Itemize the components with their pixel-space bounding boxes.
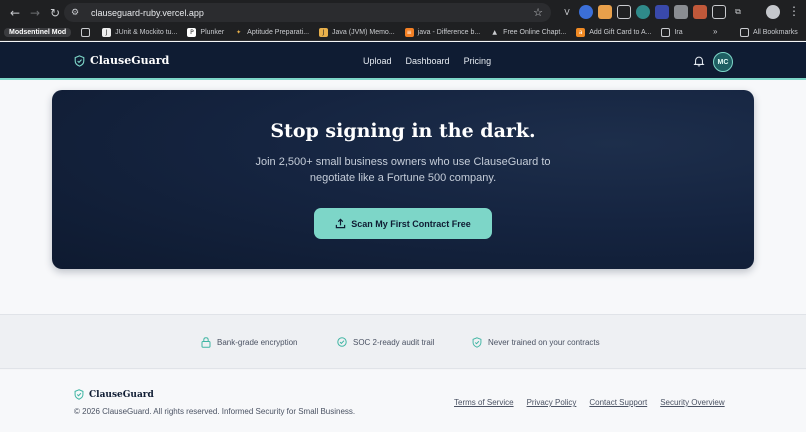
nav-pricing[interactable]: Pricing (464, 56, 492, 66)
main-nav: Upload Dashboard Pricing (363, 56, 491, 66)
main-content: Stop signing in the dark. Join 2,500+ sm… (0, 80, 806, 314)
extension-orange-icon[interactable] (598, 5, 612, 19)
bookmark-item[interactable]: Ira (661, 28, 683, 37)
nav-dashboard[interactable]: Dashboard (406, 56, 450, 66)
bookmark-item[interactable]: J JUnit & Mockito tu... (102, 28, 177, 37)
all-bookmarks[interactable]: All Bookmarks (740, 28, 798, 37)
scan-contract-button-label: Scan My First Contract Free (351, 218, 471, 229)
cta-title: Stop signing in the dark. (270, 120, 536, 142)
upload-icon (336, 218, 346, 229)
bookmark-item[interactable]: ✦ Aptitude Preparati... (234, 28, 309, 37)
scan-contract-button[interactable]: Scan My First Contract Free (314, 208, 492, 239)
bookmark-item[interactable]: a Add Gift Card to A... (576, 28, 651, 37)
nav-upload[interactable]: Upload (363, 56, 392, 66)
back-icon[interactable]: ← (6, 4, 24, 22)
footer-link-security[interactable]: Security Overview (660, 398, 724, 407)
junit-icon: J (102, 28, 112, 37)
trust-label: SOC 2-ready audit trail (353, 337, 435, 347)
footer-brand[interactable]: ClauseGuard (74, 389, 154, 400)
bookmark-item[interactable]: ≡ java - Difference b... (404, 28, 480, 37)
lock-icon (201, 337, 211, 348)
bookmark-item[interactable] (81, 28, 94, 37)
shield-check-icon (74, 389, 84, 400)
footer-link-support[interactable]: Contact Support (589, 398, 647, 407)
vue-devtools-icon[interactable]: V (560, 5, 574, 19)
folder-icon (740, 28, 749, 37)
aptitude-icon: ✦ (236, 29, 242, 36)
bookmark-item[interactable]: Modsentinel Mod (4, 28, 72, 37)
extension-blue-icon[interactable] (579, 5, 593, 19)
bookmark-item[interactable]: P Plunker (187, 28, 224, 37)
java-memory-icon: J (319, 28, 329, 37)
footer-link-privacy[interactable]: Privacy Policy (527, 398, 577, 407)
reload-icon[interactable]: ↻ (46, 4, 64, 22)
address-bar[interactable]: ⚙ clauseguard-ruby.vercel.app ☆ (64, 3, 551, 22)
site-info-icon[interactable]: ⚙ (71, 8, 85, 18)
amazon-icon: a (576, 28, 586, 37)
bookmarks-overflow-icon[interactable]: » (713, 27, 717, 36)
footer-brand-name: ClauseGuard (89, 389, 154, 400)
trust-item-encryption: Bank-grade encryption (201, 337, 298, 348)
brand-name: ClauseGuard (90, 54, 170, 67)
apps-grid-icon (81, 28, 91, 37)
extensions-puzzle-icon[interactable]: ⧉ (731, 5, 745, 19)
plunker-icon: P (187, 28, 197, 37)
extension-camera-icon[interactable] (674, 5, 688, 19)
profile-avatar-icon[interactable] (766, 5, 780, 19)
browser-menu-icon[interactable]: ⋮ (788, 4, 800, 18)
trust-label: Bank-grade encryption (217, 338, 298, 347)
check-circle-icon (337, 337, 347, 347)
extensions-row: V ⧉ (560, 5, 745, 19)
browser-toolbar: ← → ↻ ⚙ clauseguard-ruby.vercel.app ☆ V … (0, 0, 806, 25)
bookmarks-bar: Modsentinel Mod J JUnit & Mockito tu... P… (0, 25, 806, 41)
forward-icon[interactable]: → (26, 4, 44, 22)
stackoverflow-icon: ≡ (404, 28, 414, 37)
book-icon: ▲ (492, 29, 497, 36)
trust-item-soc2: SOC 2-ready audit trail (337, 337, 434, 347)
extension-copy-icon[interactable] (617, 5, 631, 19)
extension-grid-icon[interactable] (655, 5, 669, 19)
app-header: ClauseGuard Upload Dashboard Pricing MC (0, 42, 806, 80)
user-avatar[interactable]: MC (713, 52, 733, 72)
trust-item-privacy: Never trained on your contracts (472, 337, 600, 348)
shield-check-icon (74, 54, 85, 67)
extension-red-icon[interactable] (693, 5, 707, 19)
footer-links: Terms of Service Privacy Policy Contact … (454, 398, 725, 407)
bookmark-item[interactable]: ▲ Free Online Chapt... (490, 28, 566, 37)
folder-icon (661, 28, 671, 37)
bookmark-star-icon[interactable]: ☆ (533, 6, 543, 19)
footer-copyright: © 2026 ClauseGuard. All rights reserved.… (74, 407, 356, 416)
shield-check-icon (472, 337, 482, 348)
cta-card: Stop signing in the dark. Join 2,500+ sm… (52, 90, 754, 269)
bookmark-item[interactable]: J Java (JVM) Memo... (319, 28, 395, 37)
extension-sidebar-icon[interactable] (712, 5, 726, 19)
extension-gear-icon[interactable] (636, 5, 650, 19)
footer: ClauseGuard © 2026 ClauseGuard. All righ… (0, 370, 806, 432)
cta-subtitle: Join 2,500+ small business owners who us… (255, 156, 551, 184)
trust-bar: Bank-grade encryption SOC 2-ready audit … (0, 314, 806, 369)
brand-logo[interactable]: ClauseGuard (74, 54, 169, 67)
bell-icon[interactable] (693, 55, 705, 67)
footer-link-terms[interactable]: Terms of Service (454, 398, 514, 407)
url-text[interactable]: clauseguard-ruby.vercel.app (91, 8, 533, 18)
trust-label: Never trained on your contracts (488, 338, 600, 347)
